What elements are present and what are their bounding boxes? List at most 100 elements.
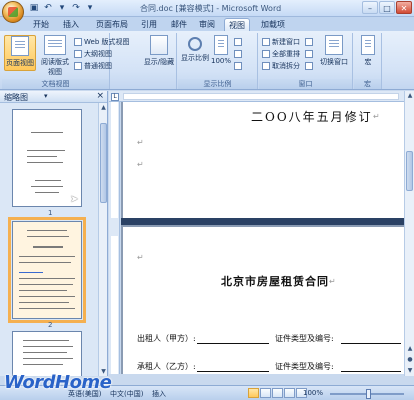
arrange-all-button[interactable]: 全部重排 [262, 49, 300, 59]
page-width-icon [234, 62, 242, 70]
thumb-line [19, 308, 75, 309]
contract-title[interactable]: 北京市房屋租赁合同 [221, 273, 329, 289]
page-width-button[interactable] [234, 61, 242, 71]
office-button[interactable] [2, 1, 24, 23]
tab-mailings[interactable]: 邮件 [168, 18, 190, 31]
vertical-ruler[interactable] [109, 102, 120, 374]
lessor-label[interactable]: 出租人（甲方）: [137, 333, 196, 344]
page-thumbnail[interactable] [12, 109, 82, 207]
document-scrollbar[interactable]: ▲ ▲ ● ▼ [404, 91, 414, 376]
tab-stop-selector[interactable]: L [111, 93, 119, 101]
sync-scroll-button[interactable] [305, 49, 313, 59]
tab-home[interactable]: 开始 [30, 18, 52, 31]
lessee-id-label[interactable]: 证件类型及编号: [275, 361, 334, 372]
revision-date-line[interactable]: 二OO八年五月修订 [251, 108, 373, 125]
paragraph-mark-icon: ↵ [137, 138, 144, 147]
zoom-100-icon [214, 35, 228, 55]
show-hide-icon [150, 35, 168, 55]
page-thumbnail[interactable] [12, 331, 82, 376]
sync-scroll-icon [305, 50, 313, 58]
new-window-button[interactable]: 新建窗口 [262, 37, 300, 47]
paragraph-mark-icon: ↵ [137, 253, 144, 262]
underline-field[interactable] [341, 371, 401, 372]
new-window-label: 新建窗口 [272, 38, 300, 46]
dropdown-icon[interactable]: ▾ [56, 2, 68, 14]
outline-view-label: 大纲视图 [84, 50, 112, 58]
outline-view-button[interactable]: 大纲视图 [74, 49, 112, 59]
close-button[interactable]: ✕ [396, 1, 412, 14]
thumb-line [19, 278, 75, 279]
thumbnail-pane: 缩略图 ▾ × 1 ➤ 2 ▲ ▼ [0, 91, 108, 376]
save-icon[interactable]: ▣ [28, 2, 40, 14]
reading-view-button[interactable]: 阅读版式视图 [38, 35, 72, 76]
document-page[interactable]: ↵ 北京市房屋租赁合同 ↵ 出租人（甲方）: 证件类型及编号: 承租人（乙方）:… [123, 227, 404, 374]
horizontal-ruler[interactable] [109, 91, 405, 102]
close-icon[interactable]: × [96, 91, 104, 101]
zoom-100-button[interactable]: 100% [211, 35, 231, 71]
web-view-button[interactable]: Web 版式视图 [74, 37, 130, 47]
print-layout-view-icon[interactable] [248, 388, 259, 398]
underline-field[interactable] [197, 371, 269, 372]
web-layout-icon[interactable] [272, 388, 283, 398]
undo-icon[interactable]: ↶ [42, 2, 54, 14]
scrollbar-thumb[interactable] [406, 151, 413, 191]
scroll-up-icon[interactable]: ▲ [99, 103, 108, 112]
side-by-side-button[interactable] [305, 37, 313, 47]
maximize-button[interactable]: □ [379, 1, 395, 14]
thumb-line [19, 284, 73, 285]
previous-page-icon[interactable]: ▲ [405, 344, 414, 354]
tab-addins[interactable]: 加载项 [258, 18, 288, 31]
tab-references[interactable]: 引用 [138, 18, 160, 31]
customize-qat-icon[interactable]: ▾ [84, 2, 96, 14]
thumbnail-scrollbar[interactable]: ▲ ▼ [98, 103, 107, 376]
side-by-side-icon [305, 38, 313, 46]
reset-position-button[interactable] [305, 61, 313, 71]
page-view-label: 页面视图 [6, 59, 34, 67]
minimize-button[interactable]: – [362, 1, 378, 14]
document-area[interactable]: 二OO八年五月修订 ↵ ↵ ↵ ↵ 北京市房屋租赁合同 ↵ 出租人（甲方）: 证… [121, 102, 404, 374]
zoom-slider-knob[interactable] [366, 389, 371, 399]
thumb-line [23, 340, 69, 341]
macros-icon [361, 35, 375, 55]
zoom-button[interactable]: 显示比例 [180, 35, 210, 71]
next-page-icon[interactable]: ▼ [405, 366, 414, 376]
window-title: 合同.doc [兼容模式] - Microsoft Word [140, 4, 282, 13]
thumb-line [27, 150, 65, 151]
underline-field[interactable] [341, 343, 401, 344]
redo-icon[interactable]: ↷ [70, 2, 82, 14]
switch-window-button[interactable]: 切换窗口 [317, 35, 351, 71]
scroll-up-icon[interactable]: ▲ [405, 91, 414, 101]
thumbnail-number: 2 [48, 321, 53, 329]
switch-window-icon [325, 35, 343, 55]
lessor-id-label[interactable]: 证件类型及编号: [275, 333, 334, 344]
zoom-slider[interactable] [330, 389, 404, 399]
one-page-button[interactable] [234, 37, 242, 47]
draft-view-button[interactable]: 普通视图 [74, 61, 112, 71]
full-screen-reading-icon[interactable] [260, 388, 271, 398]
tab-insert[interactable]: 插入 [60, 18, 82, 31]
page-view-button[interactable]: 页面视图 [4, 35, 36, 71]
zoom-level[interactable]: 100% [303, 389, 323, 397]
thumb-line [31, 132, 63, 133]
paragraph-mark-icon: ↵ [329, 277, 336, 286]
lessee-label[interactable]: 承租人（乙方）: [137, 361, 196, 372]
outline-icon[interactable] [284, 388, 295, 398]
document-page[interactable]: 二OO八年五月修订 ↵ ↵ ↵ [123, 102, 404, 218]
page-thumbnail-selected[interactable] [8, 217, 86, 323]
reading-view-label: 阅读版式视图 [41, 58, 69, 76]
tab-review[interactable]: 审阅 [196, 18, 218, 31]
split-button[interactable]: 取消拆分 [262, 61, 300, 71]
chevron-down-icon[interactable]: ▾ [44, 92, 48, 100]
group-window: 新建窗口 全部重排 取消拆分 切换窗口 窗口 [259, 33, 353, 89]
insert-mode-status[interactable]: 插入 [152, 389, 166, 399]
macros-button[interactable]: 宏 [356, 35, 380, 71]
scrollbar-thumb[interactable] [100, 123, 107, 203]
show-hide-button[interactable]: 显示/隐藏 [143, 35, 175, 71]
underline-field[interactable] [197, 343, 269, 344]
magnifier-icon [188, 37, 202, 51]
language-status-2[interactable]: 中文(中国) [110, 389, 143, 399]
two-pages-button[interactable] [234, 49, 242, 59]
tab-page-layout[interactable]: 页面布局 [92, 18, 132, 31]
tab-view[interactable]: 视图 [224, 18, 250, 31]
browse-object-icon[interactable]: ● [405, 355, 414, 365]
